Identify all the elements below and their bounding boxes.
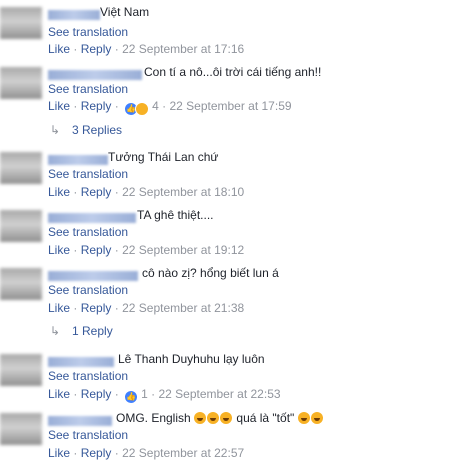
separator: ·	[73, 446, 78, 460]
comment-text: OMG. English quá là "tốt"	[116, 411, 324, 425]
separator: ·	[114, 185, 119, 199]
see-translation-link[interactable]: See translation	[48, 82, 128, 96]
author-name-blurred[interactable]	[48, 155, 108, 165]
laughing-emoji-icon	[207, 412, 220, 424]
replies-label[interactable]: 3 Replies	[72, 123, 122, 137]
timestamp[interactable]: 22 September at 17:16	[122, 42, 244, 56]
comment-text: Tưởng Thái Lan chứ	[108, 150, 219, 164]
comment-meta: Like · Reply · 22 September at 18:10	[48, 185, 244, 199]
avatar[interactable]	[0, 413, 42, 445]
like-reaction-icon: 👍	[124, 389, 139, 404]
comment-meta: Like · Reply · 22 September at 19:12	[48, 243, 244, 257]
reaction-count[interactable]: 4	[152, 99, 159, 113]
avatar[interactable]	[0, 7, 42, 39]
reply-arrow-icon: ↳	[50, 123, 61, 137]
separator: ·	[114, 301, 119, 315]
comment-text: Lê Thanh Duyhuhu lạy luôn	[118, 352, 265, 366]
separator: ·	[73, 387, 78, 401]
avatar[interactable]	[0, 354, 42, 386]
comment-text: cô nào zị? hổng biết lun á	[142, 266, 279, 280]
author-name-blurred[interactable]	[48, 271, 138, 281]
timestamp[interactable]: 22 September at 21:38	[122, 301, 244, 315]
reply-button[interactable]: Reply	[81, 99, 112, 113]
separator: ·	[73, 42, 78, 56]
comment-meta: Like · Reply · 22 September at 17:16	[48, 42, 244, 56]
see-translation-link[interactable]: See translation	[48, 428, 128, 442]
reply-button[interactable]: Reply	[81, 243, 112, 257]
separator: ·	[73, 185, 78, 199]
timestamp[interactable]: 22 September at 19:12	[122, 243, 244, 257]
laughing-emoji-icon	[220, 412, 233, 424]
see-translation-link[interactable]: See translation	[48, 369, 128, 383]
author-name-blurred[interactable]	[48, 70, 142, 80]
separator: ·	[151, 387, 156, 401]
see-translation-link[interactable]: See translation	[48, 283, 128, 297]
comment-meta: Like · Reply · 👍 4 · 22 September at 17:…	[48, 99, 292, 116]
comment-meta: Like · Reply · 👍 1 · 22 September at 22:…	[48, 387, 281, 404]
view-replies-link[interactable]: ↳ 1 Reply	[50, 324, 113, 338]
author-name-blurred[interactable]	[48, 213, 136, 223]
separator: ·	[114, 243, 119, 257]
separator: ·	[162, 99, 167, 113]
reply-button[interactable]: Reply	[81, 301, 112, 315]
like-button[interactable]: Like	[48, 446, 70, 460]
author-name-blurred[interactable]	[48, 416, 112, 426]
comment-text: Việt Nam	[100, 5, 150, 19]
reactions[interactable]: 👍	[124, 389, 139, 404]
author-name-blurred[interactable]	[48, 10, 100, 20]
like-button[interactable]: Like	[48, 42, 70, 56]
reply-button[interactable]: Reply	[81, 42, 112, 56]
reactions[interactable]: 👍	[124, 101, 150, 116]
avatar[interactable]	[0, 67, 42, 99]
avatar[interactable]	[0, 152, 42, 184]
see-translation-link[interactable]: See translation	[48, 25, 128, 39]
see-translation-link[interactable]: See translation	[48, 225, 128, 239]
reply-button[interactable]: Reply	[81, 387, 112, 401]
separator: ·	[114, 387, 119, 401]
reply-button[interactable]: Reply	[81, 185, 112, 199]
avatar[interactable]	[0, 268, 42, 300]
timestamp[interactable]: 22 September at 18:10	[122, 185, 244, 199]
like-button[interactable]: Like	[48, 387, 70, 401]
laughing-emoji-icon	[310, 412, 323, 424]
timestamp[interactable]: 22 September at 17:59	[169, 99, 291, 113]
separator: ·	[73, 301, 78, 315]
like-button[interactable]: Like	[48, 243, 70, 257]
comment-meta: Like · Reply · 22 September at 22:57	[48, 446, 244, 460]
comment-text: TA ghê thiệt....	[137, 208, 214, 222]
comment-text-part: OMG. English	[116, 411, 191, 425]
comment-meta: Like · Reply · 22 September at 21:38	[48, 301, 244, 315]
author-name-blurred[interactable]	[48, 357, 114, 367]
timestamp[interactable]: 22 September at 22:53	[158, 387, 280, 401]
laughing-emoji-icon	[297, 412, 310, 424]
comment-text-part: quá là "tốt"	[236, 411, 295, 425]
separator: ·	[73, 243, 78, 257]
reaction-count[interactable]: 1	[141, 387, 148, 401]
separator: ·	[73, 99, 78, 113]
laughing-emoji-icon	[194, 412, 207, 424]
haha-reaction-icon	[135, 101, 150, 116]
view-replies-link[interactable]: ↳ 3 Replies	[50, 123, 122, 137]
like-button[interactable]: Like	[48, 99, 70, 113]
separator: ·	[114, 99, 119, 113]
like-button[interactable]: Like	[48, 301, 70, 315]
separator: ·	[114, 42, 119, 56]
comment-text: Con tí a nô...ôi trời cái tiếng anh!!	[144, 65, 322, 79]
separator: ·	[114, 446, 119, 460]
avatar[interactable]	[0, 210, 42, 242]
reply-arrow-icon: ↳	[50, 324, 61, 338]
replies-label[interactable]: 1 Reply	[72, 324, 113, 338]
timestamp[interactable]: 22 September at 22:57	[122, 446, 244, 460]
see-translation-link[interactable]: See translation	[48, 167, 128, 181]
reply-button[interactable]: Reply	[81, 446, 112, 460]
like-button[interactable]: Like	[48, 185, 70, 199]
